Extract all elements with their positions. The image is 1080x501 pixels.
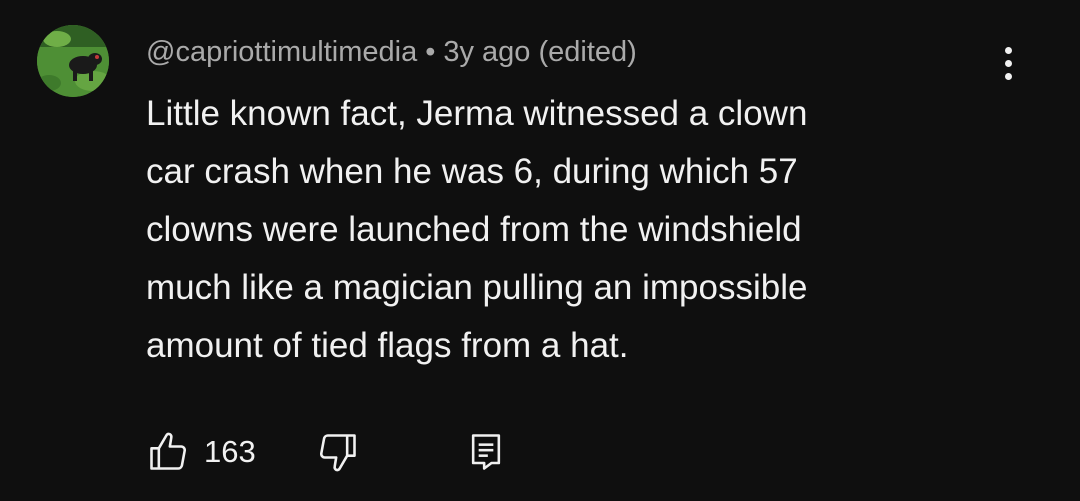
thumbs-down-icon — [319, 434, 356, 472]
like-count: 163 — [204, 434, 256, 469]
like-button[interactable]: 163 — [146, 425, 256, 479]
comment-time[interactable]: 3y ago (edited) — [443, 36, 636, 68]
author-name[interactable]: @capriottimultimedia — [146, 36, 417, 68]
reply-button[interactable] — [464, 425, 508, 479]
comment-text: Little known fact, Jerma witnessed a clo… — [146, 85, 976, 375]
comment-meta: @capriottimultimedia • 3y ago (edited) — [146, 28, 637, 76]
comment-text-line: much like a magician pulling an impossib… — [146, 268, 808, 307]
comment-text-line: amount of tied flags from a hat. — [146, 326, 629, 365]
comment-text-line: car crash when he was 6, during which 57 — [146, 152, 798, 191]
avatar[interactable] — [37, 25, 109, 97]
more-dot — [1004, 72, 1012, 80]
more-vert-icon[interactable] — [988, 38, 1028, 88]
more-dot — [1004, 59, 1012, 67]
meta-separator: • — [425, 36, 436, 68]
dislike-button[interactable] — [316, 425, 360, 479]
reply-comment-icon — [471, 434, 501, 470]
comment-text-line: clowns were launched from the windshield — [146, 210, 802, 249]
more-dot — [1004, 46, 1012, 54]
thumbs-up-icon — [150, 432, 187, 470]
avatar-image — [37, 25, 109, 97]
comment-thread: @capriottimultimedia • 3y ago (edited) Lit… — [0, 0, 1080, 501]
comment-text-line: Little known fact, Jerma witnessed a clo… — [146, 94, 808, 133]
